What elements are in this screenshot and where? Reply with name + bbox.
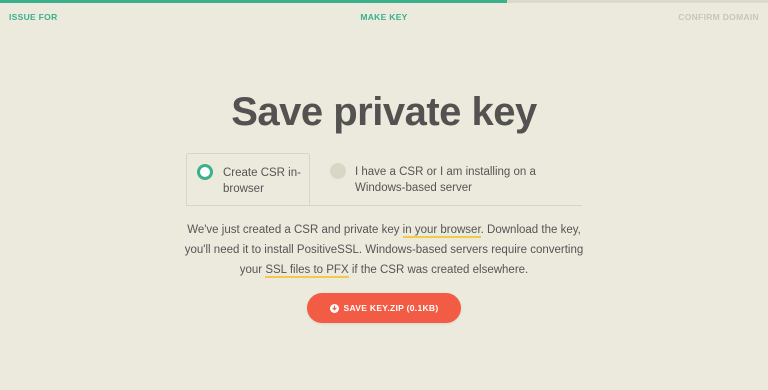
link-in-your-browser[interactable]: in your browser xyxy=(402,224,481,238)
step-confirm-domain: CONFIRM DOMAIN xyxy=(678,12,759,22)
progress-bar-fill xyxy=(0,0,507,3)
page-title: Save private key xyxy=(231,90,537,134)
option-have-csr-windows[interactable]: I have a CSR or I am installing on a Win… xyxy=(310,153,582,205)
radio-selected-icon[interactable] xyxy=(197,164,213,180)
link-ssl-files-to-pfx[interactable]: SSL files to PFX xyxy=(265,264,349,278)
description-part: We've just created a CSR and private key xyxy=(187,224,403,236)
option-label: I have a CSR or I am installing on a Win… xyxy=(355,166,536,194)
radio-unselected-icon[interactable] xyxy=(330,163,346,179)
save-key-zip-button[interactable]: SAVE KEY.ZIP (0.1KB) xyxy=(307,293,461,323)
description-text: We've just created a CSR and private key… xyxy=(180,220,588,280)
step-make-key: MAKE KEY xyxy=(360,12,408,22)
step-issue-for[interactable]: ISSUE FOR xyxy=(9,12,58,22)
option-label: Create CSR in-browser xyxy=(223,167,301,195)
description-part: if the CSR was created elsewhere. xyxy=(348,264,529,276)
download-icon xyxy=(329,303,339,313)
progress-bar xyxy=(0,0,768,3)
step-indicator: ISSUE FOR MAKE KEY CONFIRM DOMAIN xyxy=(0,12,768,26)
csr-option-group: Create CSR in-browser I have a CSR or I … xyxy=(186,153,582,206)
save-button-label: SAVE KEY.ZIP (0.1KB) xyxy=(343,303,439,313)
option-create-csr-in-browser[interactable]: Create CSR in-browser xyxy=(186,153,310,205)
